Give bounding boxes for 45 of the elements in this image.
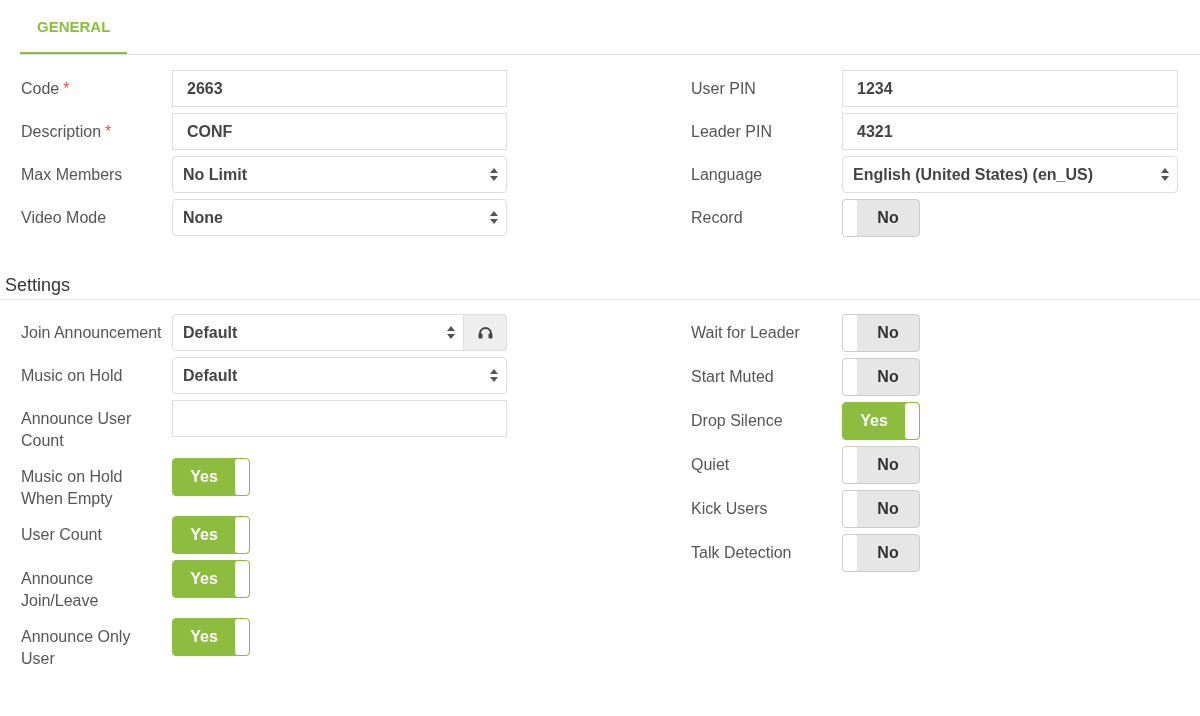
headphones-icon [477,326,493,339]
field-label: Code * [21,79,71,99]
field-label: Wait for Leader [691,323,801,343]
field-label: Leader PIN [691,122,773,142]
toggle-switch[interactable]: No [842,199,920,237]
toggle-switch[interactable]: No [842,446,920,484]
toggle-switch[interactable]: No [842,534,920,572]
field-label: Announce Only User [21,627,132,669]
field-label: Start Muted [691,367,775,387]
text-field[interactable]: 1234 [842,70,1178,107]
sort-arrows-icon [490,168,498,181]
toggle-switch[interactable]: No [842,490,920,528]
field-label: Join Announcement [21,323,163,343]
field-label: Description * [21,122,113,142]
field-label: Record [691,208,744,228]
select-field[interactable]: Default [172,314,464,351]
sort-arrows-icon [490,369,498,382]
field-label: Announce Join/Leave [21,569,100,611]
field-label: Quiet [691,455,731,475]
select-field[interactable]: Default [172,357,507,394]
section-heading: Settings [5,275,71,296]
field-label: Talk Detection [691,543,793,563]
field-label: User Count [21,525,103,545]
toggle-switch[interactable]: No [842,314,920,352]
field-label: Language [691,165,764,185]
select-field[interactable]: None [172,199,507,236]
sort-arrows-icon [1161,168,1169,181]
play-audio-button[interactable] [464,314,507,351]
field-label: Announce User Count [21,409,133,451]
text-field[interactable] [172,400,507,437]
field-label: Kick Users [691,499,769,519]
select-field[interactable]: No Limit [172,156,507,193]
sort-arrows-icon [447,326,455,339]
field-label: Music on Hold When Empty [21,467,124,509]
text-field[interactable]: 2663 [172,70,507,107]
select-field[interactable]: English (United States) (en_US) [842,156,1178,193]
toggle-switch[interactable]: No [842,358,920,396]
text-field[interactable]: 4321 [842,113,1178,150]
field-label: Drop Silence [691,411,784,431]
field-label: Music on Hold [21,366,124,386]
text-field[interactable]: CONF [172,113,507,150]
sort-arrows-icon [490,211,498,224]
field-label: Video Mode [21,208,108,228]
field-label: User PIN [691,79,757,99]
field-label: Max Members [21,165,124,185]
